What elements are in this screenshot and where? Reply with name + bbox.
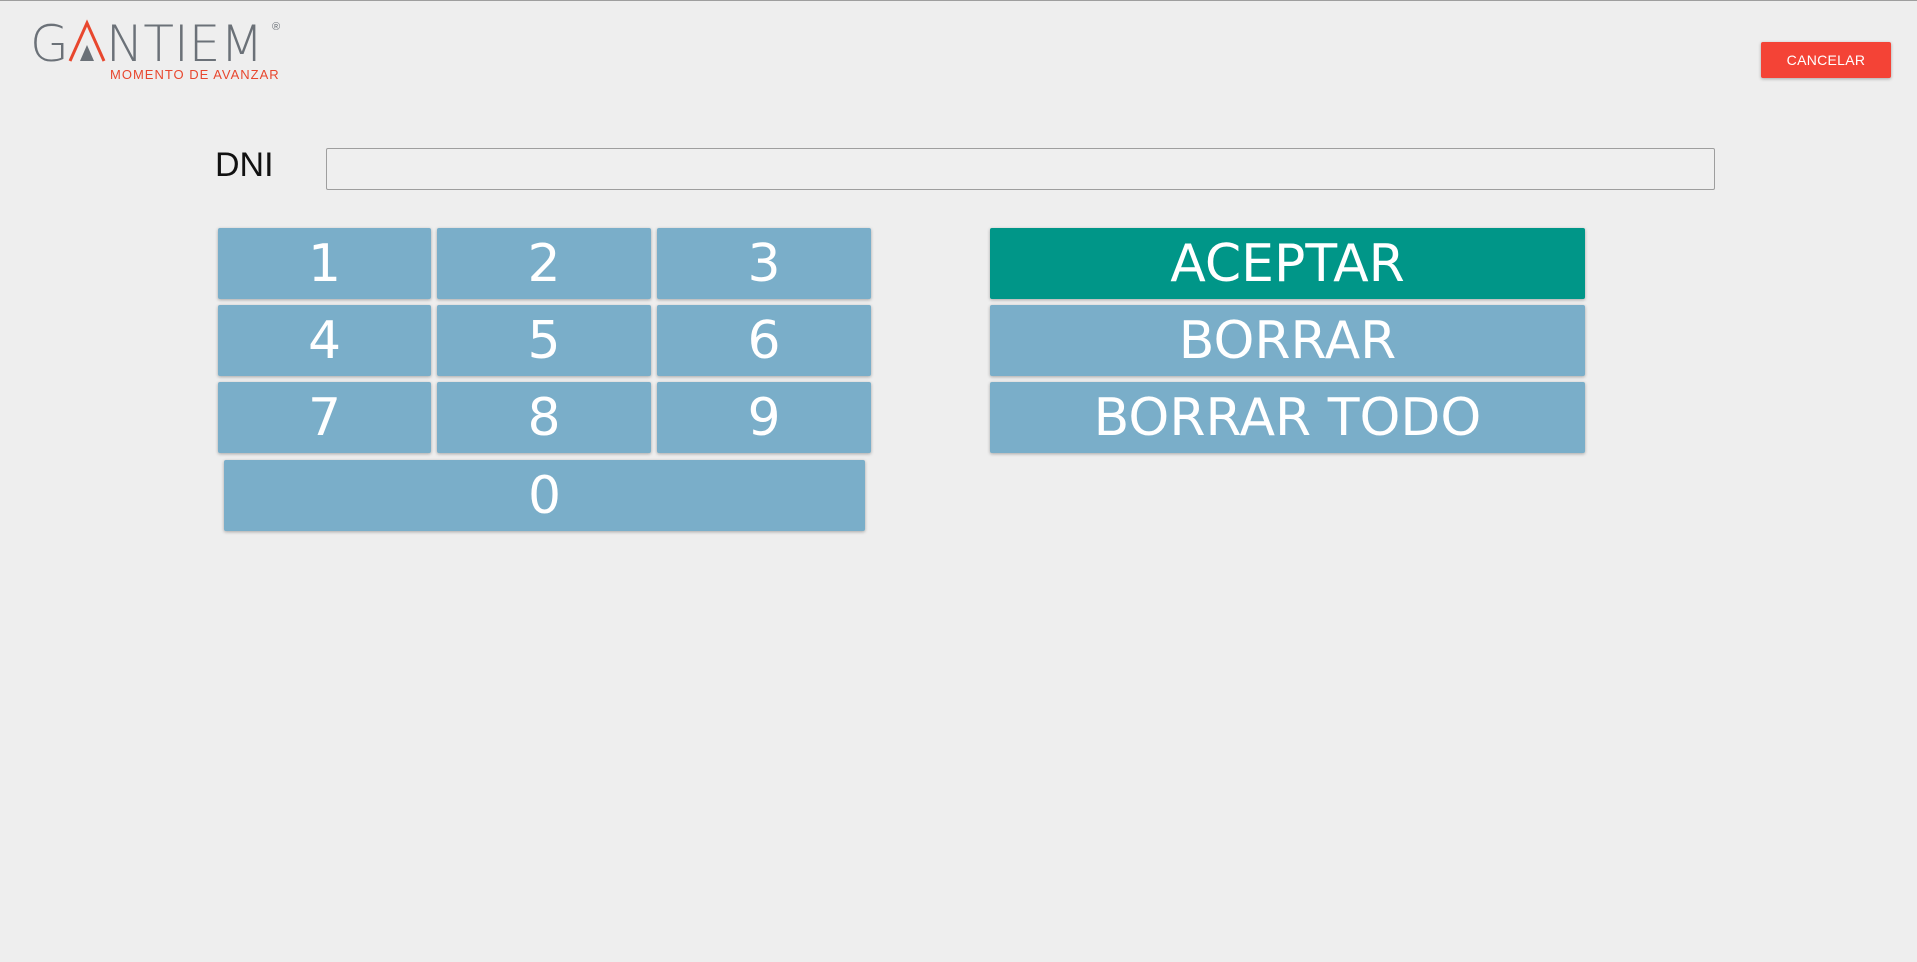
key-0[interactable]: 0	[224, 460, 865, 531]
page: G NTIEM ® MOMENTO DE AVANZAR CANCELAR DN…	[0, 0, 1917, 962]
dni-input[interactable]	[326, 148, 1715, 190]
key-2[interactable]: 2	[437, 228, 651, 299]
key-5[interactable]: 5	[437, 305, 651, 376]
registered-mark: ®	[272, 21, 281, 33]
logo-tagline: MOMENTO DE AVANZAR	[110, 67, 280, 82]
key-1[interactable]: 1	[218, 228, 431, 299]
key-3[interactable]: 3	[657, 228, 871, 299]
svg-text:NTIEM: NTIEM	[106, 19, 263, 73]
gantiem-logo: G NTIEM ® MOMENTO DE AVANZAR	[30, 19, 290, 82]
delete-all-button[interactable]: BORRAR TODO	[990, 382, 1585, 453]
accept-button[interactable]: ACEPTAR	[990, 228, 1585, 299]
svg-text:G: G	[30, 19, 69, 73]
key-6[interactable]: 6	[657, 305, 871, 376]
cancel-button[interactable]: CANCELAR	[1761, 42, 1891, 78]
dni-label: DNI	[215, 146, 274, 184]
key-7[interactable]: 7	[218, 382, 431, 453]
delete-button[interactable]: BORRAR	[990, 305, 1585, 376]
key-8[interactable]: 8	[437, 382, 651, 453]
key-9[interactable]: 9	[657, 382, 871, 453]
key-4[interactable]: 4	[218, 305, 431, 376]
